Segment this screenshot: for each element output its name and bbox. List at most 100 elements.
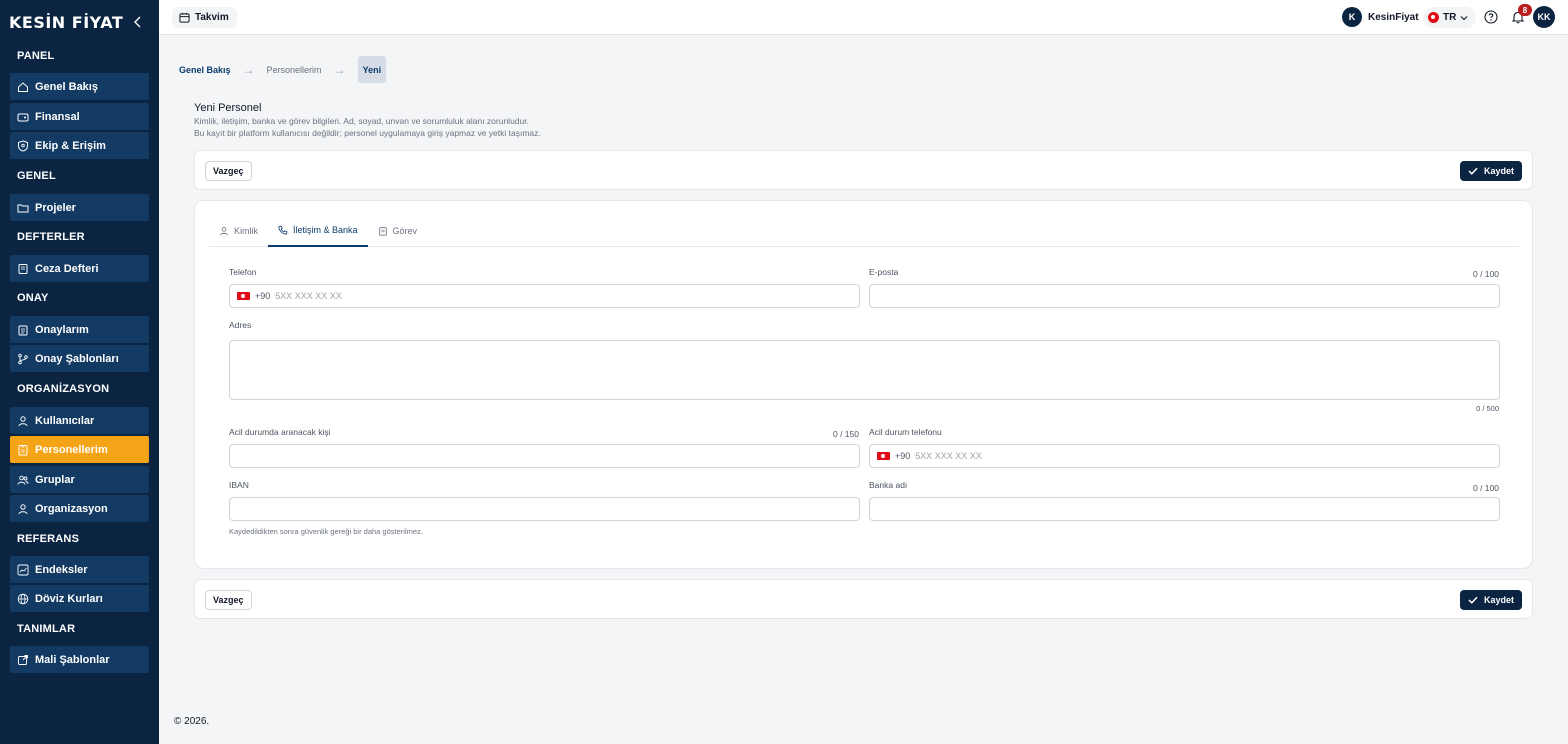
bank-name-label: Banka adı [869, 480, 908, 490]
sidebar-item-organizasyon[interactable]: Organizasyon [10, 495, 149, 522]
sidebar-item-label: Kullanıcılar [35, 414, 95, 427]
globe-icon [17, 593, 29, 605]
tab-iletisim-banka[interactable]: İletişim & Banka [268, 215, 368, 247]
shield-icon [17, 139, 29, 152]
phone-icon [278, 225, 288, 235]
iban-input[interactable] [229, 497, 860, 521]
sidebar-item-label: Döviz Kurları [35, 592, 103, 605]
form-tabs: Kimlik İletişim & Banka Görev [209, 215, 1519, 247]
section-onay: ONAY [17, 292, 49, 304]
tab-gorev[interactable]: Görev [368, 215, 428, 247]
check-icon [1468, 167, 1478, 175]
sidebar-item-kullanicilar[interactable]: Kullanıcılar [10, 407, 149, 434]
cancel-button[interactable]: Vazgeç [205, 590, 252, 610]
address-label: Adres [229, 320, 252, 330]
clipboard-icon [378, 227, 387, 236]
language-code: TR [1443, 12, 1457, 23]
dial-code: +90 [255, 291, 271, 301]
sidebar-item-gruplar[interactable]: Gruplar [10, 466, 149, 493]
sidebar-item-label: Finansal [35, 110, 80, 123]
save-button[interactable]: Kaydet [1459, 161, 1522, 181]
save-button[interactable]: Kaydet [1459, 590, 1522, 610]
chevron-left-icon [134, 16, 141, 28]
tenant-switcher[interactable]: K KesinFiyat [1342, 6, 1419, 28]
sidebar-item-doviz-kurlari[interactable]: Döviz Kurları [10, 585, 149, 612]
save-label: Kaydet [1483, 595, 1514, 605]
section-defterler: DEFTERLER [17, 231, 85, 243]
email-counter: 0 / 100 [1473, 269, 1499, 279]
topbar: Takvim K KesinFiyat TR 8 KK [159, 0, 1568, 35]
folder-icon [17, 202, 29, 214]
sidebar-item-label: Genel Bakış [35, 80, 98, 93]
bottom-action-bar: Vazgeç Kaydet [194, 579, 1533, 619]
logo: KESİN FİYAT [9, 12, 124, 32]
tab-kimlik[interactable]: Kimlik [209, 215, 268, 247]
sidebar-item-label: Organizasyon [35, 502, 108, 515]
breadcrumb-personellerim[interactable]: Personellerim [267, 65, 322, 75]
sidebar-item-label: Mali Şablonlar [35, 653, 110, 666]
sidebar-item-label: Onay Şablonları [35, 352, 119, 365]
sidebar-item-genel-bakis[interactable]: Genel Bakış [10, 73, 149, 100]
clipboard-icon [17, 324, 29, 336]
page-description-1: Kimlik, iletişim, banka ve görev bilgile… [194, 116, 529, 126]
footer-copyright: © 2026. [174, 716, 210, 727]
sidebar-item-label: Endeksler [35, 563, 88, 576]
phone-label: Telefon [229, 267, 257, 277]
home-icon [17, 81, 29, 93]
emergency-person-input[interactable] [229, 444, 860, 468]
sidebar-item-ekip-erisim[interactable]: Ekip & Erişim [10, 132, 149, 159]
emergency-person-counter: 0 / 150 [833, 429, 859, 439]
turkey-flag-icon [877, 452, 890, 460]
sidebar-item-finansal[interactable]: Finansal [10, 103, 149, 130]
tab-label: Kimlik [234, 226, 258, 236]
sidebar-item-mali-sablonlar[interactable]: Mali Şablonlar [10, 646, 149, 673]
turkey-flag-icon [237, 292, 250, 300]
calendar-icon [179, 12, 190, 23]
badge-icon [17, 444, 29, 456]
sidebar-item-onay-sablonlari[interactable]: Onay Şablonları [10, 345, 149, 372]
email-label: E-posta [869, 267, 899, 277]
phone-placeholder: 5XX XXX XX XX [275, 291, 342, 301]
sidebar-item-endeksler[interactable]: Endeksler [10, 556, 149, 583]
sidebar-item-personellerim[interactable]: Personellerim [10, 436, 149, 463]
trend-icon [17, 564, 29, 576]
emergency-phone-input[interactable]: +90 5XX XXX XX XX [869, 444, 1500, 468]
sidebar-item-projeler[interactable]: Projeler [10, 194, 149, 221]
chevron-down-icon [1460, 15, 1468, 20]
email-input[interactable] [869, 284, 1500, 308]
phone-input[interactable]: +90 5XX XXX XX XX [229, 284, 860, 308]
cancel-button[interactable]: Vazgeç [205, 161, 252, 181]
iban-hint: Kaydedildikten sonra güvenlik gereği bir… [229, 527, 423, 536]
emergency-phone-placeholder: 5XX XXX XX XX [915, 451, 982, 461]
sidebar-header: KESİN FİYAT [0, 0, 159, 44]
bank-name-input[interactable] [869, 497, 1500, 521]
section-tanimlar: TANIMLAR [17, 623, 76, 635]
org-icon [17, 503, 29, 515]
address-counter: 0 / 500 [1476, 404, 1499, 413]
users-icon [17, 474, 29, 486]
sidebar-item-label: Gruplar [35, 473, 75, 486]
user-avatar[interactable]: KK [1533, 6, 1555, 28]
turkey-flag-icon [1428, 12, 1439, 23]
arrow-right-icon: → [242, 62, 255, 77]
sidebar-item-onaylarim[interactable]: Onaylarım [10, 316, 149, 343]
calendar-button[interactable]: Takvim [172, 7, 237, 28]
iban-label: IBAN [229, 480, 249, 490]
notification-count-badge: 8 [1518, 4, 1532, 16]
breadcrumb-current: Yeni [357, 56, 387, 83]
sidebar-item-ceza-defteri[interactable]: Ceza Defteri [10, 255, 149, 282]
section-genel: GENEL [17, 170, 56, 182]
help-button[interactable] [1484, 10, 1498, 24]
section-organizasyon: ORGANİZASYON [17, 383, 110, 395]
wallet-icon [17, 111, 29, 123]
tab-label: Görev [392, 226, 418, 236]
user-icon [17, 415, 29, 427]
dial-code: +90 [895, 451, 911, 461]
collapse-sidebar-button[interactable] [131, 15, 145, 29]
arrow-right-icon: → [333, 62, 346, 77]
language-selector[interactable]: TR [1423, 7, 1477, 28]
section-referans: REFERANS [17, 533, 80, 545]
section-panel: PANEL [17, 50, 55, 62]
breadcrumb-genel-bakis[interactable]: Genel Bakış [179, 65, 231, 75]
address-textarea[interactable] [229, 340, 1500, 400]
